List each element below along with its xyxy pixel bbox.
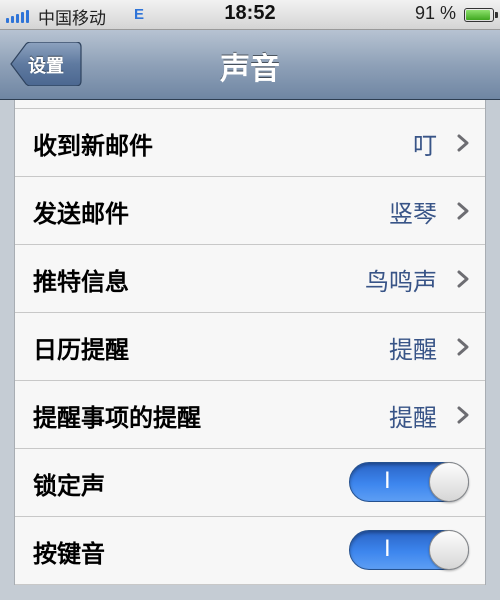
chevron-right-icon xyxy=(457,134,469,152)
chevron-right-icon xyxy=(457,406,469,424)
row-tweet[interactable]: 推特信息 鸟鸣声 xyxy=(15,245,485,313)
toggle-on-label: I xyxy=(384,467,391,494)
row-label: 日历提醒 xyxy=(33,336,129,364)
row-calendar-alerts[interactable]: 日历提醒 提醒 xyxy=(15,313,485,381)
row-value: 提醒 xyxy=(389,336,437,364)
row-sent-mail[interactable]: 发送邮件 竖琴 xyxy=(15,177,485,245)
status-bar: 中国移动 E 18:52 91 % xyxy=(0,0,500,30)
battery-fill xyxy=(466,10,490,20)
row-keyboard-clicks: 按键音 I xyxy=(15,517,485,585)
row-label: 提醒事项的提醒 xyxy=(33,404,201,432)
toggle-on-label: I xyxy=(384,535,391,562)
row-new-mail[interactable]: 收到新邮件 叮 xyxy=(15,109,485,177)
row-value: 提醒 xyxy=(389,404,437,432)
row-label: 推特信息 xyxy=(33,268,129,296)
sound-settings-group: 收到新邮件 叮 发送邮件 竖琴 推特信息 鸟鸣声 日历提醒 提醒 提醒事项的提醒… xyxy=(14,100,486,585)
row-label: 按键音 xyxy=(33,540,105,568)
row-label: 收到新邮件 xyxy=(33,132,153,160)
toggle-knob[interactable] xyxy=(429,530,469,570)
chevron-right-icon xyxy=(457,270,469,288)
chevron-right-icon xyxy=(457,338,469,356)
lock-sounds-toggle[interactable]: I xyxy=(349,462,469,502)
group-separator xyxy=(15,100,485,109)
row-reminder-alerts[interactable]: 提醒事项的提醒 提醒 xyxy=(15,381,485,449)
row-value: 鸟鸣声 xyxy=(365,268,437,296)
keyboard-clicks-toggle[interactable]: I xyxy=(349,530,469,570)
battery-icon xyxy=(464,8,498,22)
battery-percent: 91 % xyxy=(414,3,456,23)
row-value: 叮 xyxy=(413,132,437,160)
page-title: 声音 xyxy=(220,52,280,87)
navigation-bar: 设置 声音 xyxy=(0,30,500,100)
row-label: 锁定声 xyxy=(33,472,105,500)
row-label: 发送邮件 xyxy=(33,200,129,228)
row-lock-sounds: 锁定声 I xyxy=(15,449,485,517)
row-value: 竖琴 xyxy=(389,200,437,228)
chevron-right-icon xyxy=(457,202,469,220)
toggle-knob[interactable] xyxy=(429,462,469,502)
